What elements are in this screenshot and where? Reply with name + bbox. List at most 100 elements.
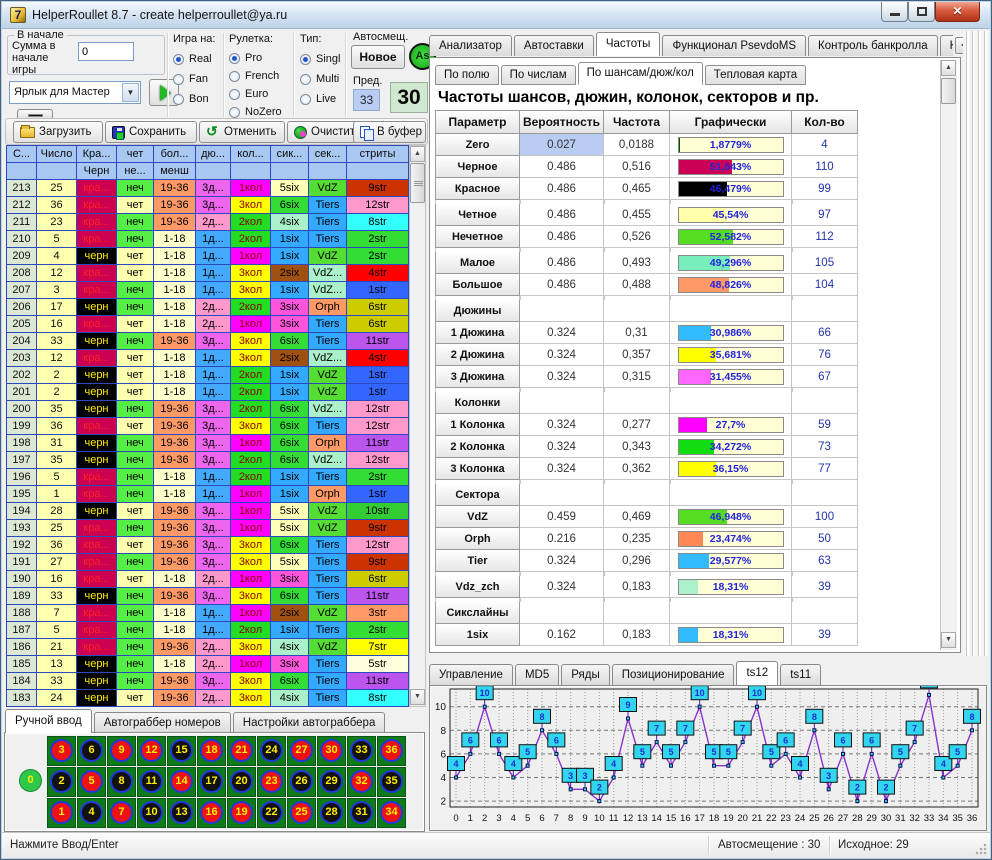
radio-icon[interactable] bbox=[229, 53, 240, 64]
column-header[interactable]: Черн bbox=[77, 163, 117, 180]
scroll-down-icon[interactable]: ▼ bbox=[410, 689, 425, 705]
number-21[interactable]: 21 bbox=[227, 736, 256, 766]
parameter-cell[interactable]: Сикслайны bbox=[435, 602, 520, 624]
history-row[interactable]: 20617черннеч1-182д...2кол3sixOrph6str bbox=[7, 299, 409, 316]
column-header[interactable] bbox=[347, 163, 409, 180]
radio-icon[interactable] bbox=[300, 54, 311, 65]
new-button[interactable]: Новое bbox=[351, 45, 405, 69]
number-32[interactable]: 32 bbox=[347, 767, 376, 797]
number-0[interactable]: 0 bbox=[17, 767, 45, 797]
column-header[interactable] bbox=[7, 163, 37, 180]
freq-data-row[interactable]: Красное0.4860,46546,479%99 bbox=[435, 178, 859, 200]
splitter[interactable] bbox=[963, 31, 989, 656]
history-row[interactable]: 21123кра...неч19-362д...2кол4sixTiers8st… bbox=[7, 214, 409, 231]
history-row[interactable]: 21236кра...чет19-363д...3кол6sixTiers12s… bbox=[7, 197, 409, 214]
input-tab-2[interactable]: Автограббер номеров bbox=[94, 712, 231, 733]
parameter-cell[interactable]: 2 Дюжина bbox=[435, 344, 520, 366]
freq-column-header[interactable]: Графически bbox=[670, 110, 792, 134]
number-15[interactable]: 15 bbox=[167, 736, 196, 766]
history-row[interactable]: 18513черннеч1-182д...1кол3sixTiers5str bbox=[7, 656, 409, 673]
save-button[interactable]: Сохранить bbox=[105, 121, 197, 143]
radio-option-real[interactable]: Real bbox=[173, 49, 215, 69]
number-34[interactable]: 34 bbox=[377, 798, 406, 828]
radio-option-multi[interactable]: Multi bbox=[300, 69, 340, 89]
column-header[interactable] bbox=[196, 163, 231, 180]
history-row[interactable]: 19936кра...чет19-363д...3кол6sixTiers12s… bbox=[7, 418, 409, 435]
history-row[interactable]: 2012чернчет1-181д...2кол1sixVdZ1str bbox=[7, 384, 409, 401]
titlebar[interactable]: 7 HelperRoullet 8.7 - create helperroull… bbox=[2, 2, 990, 29]
input-tab-3[interactable]: Настройки автограббера bbox=[233, 712, 386, 733]
main-tab-2[interactable]: Автоставки bbox=[514, 35, 594, 56]
column-header[interactable] bbox=[231, 163, 271, 180]
freq-data-row[interactable]: Vdz_zch0.3240,18318,31%39 bbox=[435, 576, 859, 598]
start-sum-input[interactable] bbox=[78, 42, 134, 61]
history-row[interactable]: 19236кра...чет19-363д...3кол6sixTiers12s… bbox=[7, 537, 409, 554]
freq-data-row[interactable]: Orph0.2160,23523,474%50 bbox=[435, 528, 859, 550]
column-header[interactable]: не... bbox=[117, 163, 154, 180]
undo-button[interactable]: ↺Отменить bbox=[199, 121, 285, 143]
history-row[interactable]: 19428чернчет19-363д...1кол5sixVdZ10str bbox=[7, 503, 409, 520]
history-row[interactable]: 19735черннеч19-363д...2кол6sixVdZ...12st… bbox=[7, 452, 409, 469]
scroll-down-icon[interactable]: ▼ bbox=[941, 632, 956, 648]
history-row[interactable]: 20516кра...чет1-182д...1кол3sixTiers6str bbox=[7, 316, 409, 333]
column-header[interactable] bbox=[37, 163, 77, 180]
sub-tab-4[interactable]: Тепловая карта bbox=[705, 65, 806, 85]
radio-icon[interactable] bbox=[173, 74, 184, 85]
parameter-cell[interactable]: 3 Дюжина bbox=[435, 366, 520, 388]
number-36[interactable]: 36 bbox=[377, 736, 406, 766]
history-row[interactable]: 2022чернчет1-181д...2кол1sixVdZ1str bbox=[7, 367, 409, 384]
number-22[interactable]: 22 bbox=[257, 798, 286, 828]
history-row[interactable]: 18433черннеч19-363д...3кол6sixTiers11str bbox=[7, 673, 409, 690]
radio-option-pro[interactable]: Pro bbox=[229, 49, 282, 67]
radio-option-bon[interactable]: Bon bbox=[173, 89, 215, 109]
radio-icon[interactable] bbox=[300, 74, 311, 85]
column-header[interactable]: Число bbox=[37, 146, 77, 163]
minimize-button[interactable] bbox=[881, 2, 908, 22]
number-1[interactable]: 1 bbox=[47, 798, 76, 828]
main-tab-4[interactable]: Функционал PsevdoMS bbox=[662, 35, 806, 56]
freq-data-row[interactable]: Черное0.4860,51651,643%110 bbox=[435, 156, 859, 178]
history-row[interactable]: 1887кра...неч1-181д...1кол2sixVdZ3str bbox=[7, 605, 409, 622]
main-tab-6[interactable]: Колесо рулет bbox=[940, 35, 953, 56]
parameter-cell[interactable]: Большое bbox=[435, 274, 520, 296]
parameter-cell[interactable]: Vdz_zch bbox=[435, 576, 520, 598]
parameter-cell[interactable]: Tier bbox=[435, 550, 520, 572]
history-row[interactable]: 20035черннеч19-363д...2кол6sixVdZ...12st… bbox=[7, 401, 409, 418]
main-tab-3[interactable]: Частоты bbox=[596, 32, 661, 56]
radio-option-live[interactable]: Live bbox=[300, 89, 340, 109]
number-18[interactable]: 18 bbox=[197, 736, 226, 766]
freq-column-header[interactable]: Вероятность bbox=[520, 110, 604, 134]
column-header[interactable]: стриты bbox=[347, 146, 409, 163]
history-row[interactable]: 19325кра...неч19-363д...1кол5sixVdZ9str bbox=[7, 520, 409, 537]
parameter-cell[interactable]: VdZ bbox=[435, 506, 520, 528]
freq-data-row[interactable]: 3 Дюжина0.3240,31531,455%67 bbox=[435, 366, 859, 388]
number-5[interactable]: 5 bbox=[77, 767, 106, 797]
number-17[interactable]: 17 bbox=[197, 767, 226, 797]
radio-icon[interactable] bbox=[229, 89, 240, 100]
number-7[interactable]: 7 bbox=[107, 798, 136, 828]
freq-data-row[interactable]: Четное0.4860,45545,54%97 bbox=[435, 204, 859, 226]
number-28[interactable]: 28 bbox=[317, 798, 346, 828]
number-24[interactable]: 24 bbox=[257, 736, 286, 766]
parameter-cell[interactable]: Orph bbox=[435, 528, 520, 550]
parameter-cell[interactable]: Колонки bbox=[435, 392, 520, 414]
history-row[interactable]: 19016кра...чет1-182д...1кол3sixTiers6str bbox=[7, 571, 409, 588]
history-row[interactable]: 2105кра...неч1-181д...2кол1sixTiers2str bbox=[7, 231, 409, 248]
freq-data-row[interactable]: Tier0.3240,29629,577%63 bbox=[435, 550, 859, 572]
history-row[interactable]: 1951кра...неч1-181д...1кол1sixOrph1str bbox=[7, 486, 409, 503]
number-11[interactable]: 11 bbox=[137, 767, 166, 797]
number-4[interactable]: 4 bbox=[77, 798, 106, 828]
column-header[interactable] bbox=[309, 163, 347, 180]
radio-option-singl[interactable]: Singl bbox=[300, 49, 340, 69]
parameter-cell[interactable]: Четное bbox=[435, 204, 520, 226]
sub-tab-3[interactable]: По шансам/дюж/кол bbox=[578, 62, 703, 85]
copy-to-clipboard-button[interactable]: В буфер bbox=[353, 121, 426, 143]
freq-data-row[interactable]: Малое0.4860,49349,296%105 bbox=[435, 252, 859, 274]
column-header[interactable]: С... bbox=[7, 146, 37, 163]
freq-data-row[interactable]: Большое0.4860,48848,826%104 bbox=[435, 274, 859, 296]
number-30[interactable]: 30 bbox=[317, 736, 346, 766]
series-tab-4[interactable]: Позиционирование bbox=[612, 664, 735, 685]
history-row[interactable]: 18621кра...неч19-362д...3кол4sixVdZ7str bbox=[7, 639, 409, 656]
parameter-cell[interactable]: Малое bbox=[435, 252, 520, 274]
parameter-cell[interactable]: 1six bbox=[435, 624, 520, 646]
